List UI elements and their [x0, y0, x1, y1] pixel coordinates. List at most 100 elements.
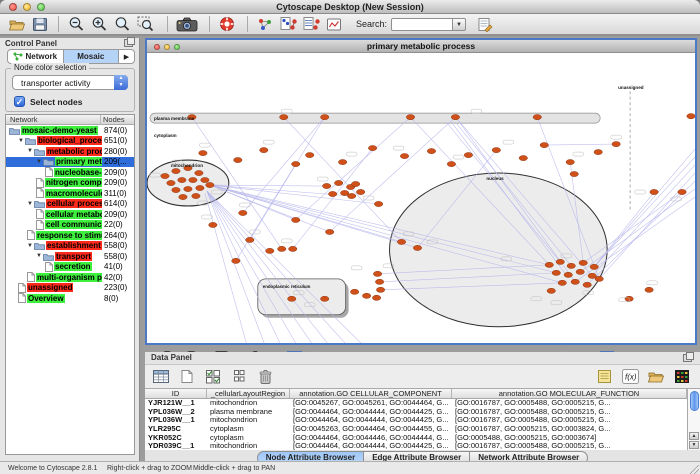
network-node[interactable]	[492, 147, 500, 152]
network-node[interactable]	[374, 201, 382, 206]
network-node[interactable]	[292, 161, 300, 166]
network-node[interactable]	[427, 148, 435, 153]
tab-mosaic[interactable]: Mosaic	[64, 50, 120, 63]
network-node[interactable]	[292, 217, 300, 222]
column-header[interactable]: _cellularLayoutRegion	[207, 389, 290, 398]
network-edge[interactable]	[243, 117, 325, 213]
network-node[interactable]	[184, 186, 192, 191]
network-node[interactable]	[340, 190, 348, 195]
network-edge[interactable]	[296, 117, 411, 220]
tree-row-biological-process[interactable]: ▼biological_process651(0)	[6, 136, 134, 147]
network-node[interactable]	[687, 114, 695, 119]
tree-row-mosaic-demo-yeast[interactable]: mosaic-demo-yeast874(0)	[6, 125, 134, 136]
network-node[interactable]	[246, 237, 254, 242]
network-node[interactable]	[533, 115, 541, 120]
tree-row-establishment-of-lo[interactable]: ▼establishment of lo558(0)	[6, 241, 134, 252]
attribute-table-icon[interactable]	[149, 367, 173, 387]
tree-row-nitrogen-compo[interactable]: nitrogen compo209(0)	[6, 178, 134, 189]
network-node[interactable]	[571, 279, 579, 284]
expand-arrow-icon[interactable]: ▼	[27, 148, 33, 154]
select-attributes-icon[interactable]	[201, 367, 225, 387]
network-node[interactable]	[464, 152, 472, 157]
network-node[interactable]	[566, 159, 574, 164]
network-view-titlebar[interactable]: primary metabolic process	[147, 40, 695, 53]
annotation-icon[interactable]	[323, 15, 345, 33]
tree-row-nucleobase-[interactable]: nucleobase-209(0)	[6, 167, 134, 178]
zoom-fit-icon[interactable]	[111, 15, 133, 33]
tree-row-cellular-metabol[interactable]: cellular metabol209(0)	[6, 209, 134, 220]
network-node[interactable]	[334, 180, 342, 185]
column-header[interactable]: annotation.GO MOLECULAR_FUNCTION	[452, 389, 687, 398]
netwin-zoom-button[interactable]	[174, 44, 180, 50]
network-node[interactable]	[196, 185, 204, 190]
delete-attribute-icon[interactable]	[253, 367, 277, 387]
tree-row-transport[interactable]: ▼transport558(0)	[6, 251, 134, 262]
network-node[interactable]	[595, 276, 603, 281]
network-node[interactable]	[289, 246, 297, 251]
network-node[interactable]	[590, 264, 598, 269]
tree-row-response-to-stimulu[interactable]: response to stimulu264(0)	[6, 230, 134, 241]
tree-row-unassigned[interactable]: unassigned223(0)	[6, 283, 134, 294]
network-node[interactable]	[413, 245, 421, 250]
network-edge[interactable]	[544, 144, 616, 145]
netwin-minimize-button[interactable]	[164, 44, 170, 50]
network-node[interactable]	[362, 293, 370, 298]
network-node[interactable]	[594, 149, 602, 154]
tree-row-macromolecule[interactable]: macromolecule311(0)	[6, 188, 134, 199]
table-row[interactable]: YLR295Ccytoplasm[GO:0045263, GO:0044464,…	[145, 425, 687, 434]
network-node[interactable]	[612, 142, 620, 147]
network-node[interactable]	[540, 143, 548, 148]
new-attribute-icon[interactable]	[175, 367, 199, 387]
tree-row-metabolic-process[interactable]: ▼metabolic process280(0)	[6, 146, 134, 157]
tree-row-cell-communicat[interactable]: cell communicat22(0)	[6, 220, 134, 231]
table-row[interactable]: YDR039C__1mitochondrion[GO:0044464, GO:0…	[145, 442, 687, 451]
search-input[interactable]	[391, 18, 453, 31]
node-color-dropdown[interactable]: transporter activity ▲▼	[12, 75, 128, 90]
network-node[interactable]	[567, 263, 575, 268]
network-canvas[interactable]: plasma membrane cytoplasm mitochondrion …	[147, 53, 695, 343]
tree-row-overview[interactable]: Overview8(0)	[6, 293, 134, 304]
resize-grip[interactable]	[690, 465, 699, 474]
network-node[interactable]	[192, 193, 200, 198]
network-node[interactable]	[195, 170, 203, 175]
save-icon[interactable]	[29, 15, 51, 33]
network-node[interactable]	[650, 189, 658, 194]
network-node[interactable]	[376, 287, 384, 292]
network-node[interactable]	[199, 150, 207, 155]
network-node[interactable]	[372, 295, 380, 300]
network-node[interactable]	[547, 288, 555, 293]
network-node[interactable]	[260, 147, 268, 152]
network-node[interactable]	[266, 248, 274, 253]
network-icon[interactable]	[254, 15, 276, 33]
network-node[interactable]	[356, 189, 364, 194]
heatmap-icon[interactable]	[670, 367, 694, 387]
network-node[interactable]	[201, 177, 209, 182]
network-edge[interactable]	[207, 191, 313, 343]
import-table-icon[interactable]	[300, 15, 322, 33]
zoom-button[interactable]	[37, 3, 45, 11]
network-node[interactable]	[558, 280, 566, 285]
network-node[interactable]	[625, 296, 633, 301]
network-node[interactable]	[232, 258, 240, 263]
tabs-overflow-button[interactable]: ▶	[119, 50, 134, 63]
network-node[interactable]	[306, 152, 314, 157]
table-scrollbar[interactable]: ▲ ▼	[687, 388, 700, 450]
netwin-close-button[interactable]	[154, 44, 160, 50]
column-header[interactable]: annotation.GO CELLULAR_COMPONENT	[290, 389, 452, 398]
zoom-in-icon[interactable]	[88, 15, 110, 33]
network-node[interactable]	[451, 115, 459, 120]
network-node[interactable]	[179, 194, 187, 199]
network-node[interactable]	[400, 153, 408, 158]
zoom-out-icon[interactable]	[65, 15, 87, 33]
network-node[interactable]	[397, 239, 405, 244]
network-node[interactable]	[320, 296, 328, 301]
tree-row-multi-organism-pro[interactable]: multi-organism pro42(0)	[6, 272, 134, 283]
import-network-icon[interactable]	[277, 15, 299, 33]
network-node[interactable]	[351, 181, 359, 186]
tab-network[interactable]: Network	[8, 50, 64, 63]
network-node[interactable]	[325, 229, 333, 234]
expand-arrow-icon[interactable]: ▼	[27, 243, 33, 249]
network-node[interactable]	[406, 115, 414, 120]
network-node[interactable]	[583, 282, 591, 287]
network-node[interactable]	[161, 173, 169, 178]
